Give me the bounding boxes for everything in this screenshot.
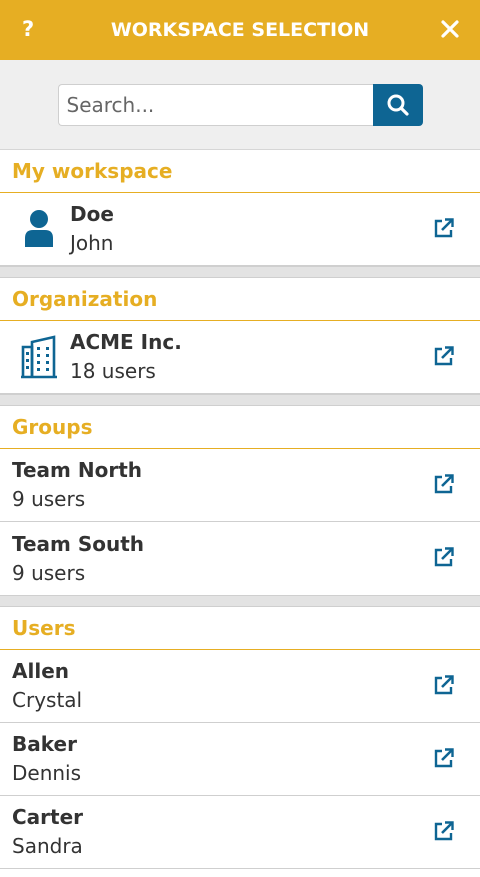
- external-link-icon[interactable]: [433, 546, 455, 568]
- group-item-team-north[interactable]: Team North 9 users: [0, 449, 480, 522]
- user-item-baker[interactable]: Baker Dennis: [0, 723, 480, 796]
- search-box: [57, 83, 423, 126]
- avatar: [0, 209, 70, 249]
- item-text: Carter Sandra: [0, 803, 83, 861]
- item-text: Team South 9 users: [0, 530, 144, 588]
- item-secondary-text: Dennis: [12, 761, 82, 785]
- user-item-carter[interactable]: Carter Sandra: [0, 796, 480, 869]
- group-item-team-south[interactable]: Team South 9 users: [0, 522, 480, 595]
- section-header-my-workspace: My workspace: [0, 150, 480, 193]
- item-primary-text: Team North: [12, 458, 142, 482]
- item-primary-text: Team South: [12, 531, 145, 556]
- user-icon: [25, 210, 53, 247]
- search-icon: [387, 94, 409, 116]
- item-secondary-text: 9 users: [12, 560, 86, 585]
- item-secondary-text: Sandra: [12, 834, 83, 858]
- item-secondary-text: John: [70, 231, 114, 255]
- external-link-icon[interactable]: [433, 473, 455, 495]
- item-text: Baker Dennis: [0, 730, 81, 788]
- section-divider: [0, 394, 480, 406]
- search-area: [0, 60, 480, 150]
- external-link-icon[interactable]: [433, 747, 455, 769]
- item-primary-text: Carter: [12, 805, 84, 829]
- page-title: WORKSPACE SELECTION: [110, 19, 370, 41]
- external-link-icon[interactable]: [433, 820, 455, 842]
- help-button[interactable]: ?: [22, 16, 34, 42]
- section-header-groups: Groups: [0, 406, 480, 449]
- workspace-item-organization[interactable]: ACME Inc. 18 users: [0, 321, 480, 394]
- item-secondary-text: Crystal: [12, 688, 83, 712]
- item-text: ACME Inc. 18 users: [70, 328, 182, 386]
- search-input[interactable]: [57, 83, 373, 126]
- section-divider: [0, 266, 480, 278]
- item-primary-text: Allen: [12, 659, 69, 683]
- building-icon: [21, 335, 57, 379]
- item-primary-text: Doe: [70, 202, 114, 226]
- close-icon[interactable]: [440, 19, 460, 39]
- workspace-item-personal[interactable]: Doe John: [0, 193, 480, 266]
- header-bar: ? WORKSPACE SELECTION: [0, 0, 480, 60]
- avatar: [0, 335, 70, 379]
- external-link-icon[interactable]: [433, 345, 455, 367]
- section-header-organization: Organization: [0, 278, 480, 321]
- external-link-icon[interactable]: [433, 217, 455, 239]
- search-button[interactable]: [372, 83, 423, 126]
- user-item-allen[interactable]: Allen Crystal: [0, 650, 480, 723]
- item-secondary-text: 9 users: [12, 487, 86, 511]
- external-link-icon[interactable]: [433, 674, 455, 696]
- item-secondary-text: 18 users: [70, 359, 156, 383]
- item-primary-text: ACME Inc.: [70, 330, 182, 354]
- item-primary-text: Baker: [12, 732, 77, 756]
- item-text: Doe John: [70, 200, 114, 258]
- section-divider: [0, 595, 480, 607]
- section-header-users: Users: [0, 607, 480, 650]
- item-text: Team North 9 users: [0, 456, 142, 514]
- item-text: Allen Crystal: [0, 657, 82, 715]
